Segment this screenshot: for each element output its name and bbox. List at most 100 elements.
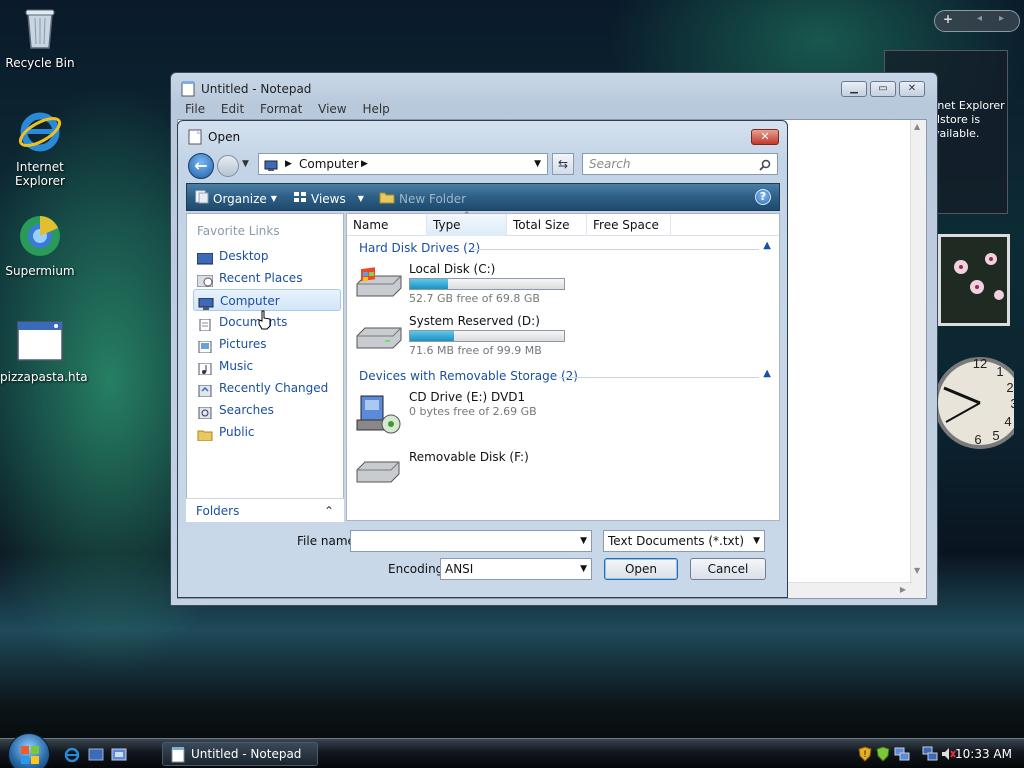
file-name-combobox[interactable]: ▼	[350, 530, 592, 552]
desktop-icon-label: pizzapasta.hta	[0, 370, 88, 384]
drive-local-disk-c[interactable]: Local Disk (C:) 52.7 GB free of 69.8 GB	[355, 262, 775, 306]
menu-file[interactable]: File	[185, 102, 205, 116]
minimize-icon: ▁	[850, 83, 858, 94]
sidebar-gadget-controls[interactable]: + ◂ ▸	[934, 10, 1020, 32]
address-text[interactable]: Computer	[299, 154, 359, 174]
gadget-text: rnet Explorer dstore is vailable.	[933, 99, 1005, 140]
volume-muted-icon[interactable]	[940, 746, 956, 765]
views-button[interactable]: Views ▼	[293, 190, 364, 207]
previous-icon[interactable]: ◂	[977, 13, 982, 24]
organize-button[interactable]: Organize ▼	[195, 190, 277, 207]
nav-item-label: Recently Changed	[219, 381, 329, 395]
menu-edit[interactable]: Edit	[221, 102, 244, 116]
close-button[interactable]: ✕	[899, 81, 925, 97]
switch-windows-icon[interactable]	[111, 747, 127, 763]
show-desktop-icon[interactable]	[88, 747, 104, 763]
back-arrow-icon: ←	[194, 156, 208, 175]
address-bar[interactable]: ▶ Computer ▶ ▼	[258, 153, 548, 175]
nav-item-music[interactable]: Music	[193, 355, 341, 377]
drive-removable-f[interactable]: Removable Disk (F:)	[355, 450, 775, 494]
nav-item-computer[interactable]: Computer	[193, 289, 341, 311]
nav-item-recent-places[interactable]: Recent Places	[193, 267, 341, 289]
minimize-button[interactable]: ▁	[841, 81, 867, 97]
chevron-down-icon[interactable]: ▼	[580, 559, 587, 579]
desktop-icon-pizzapasta[interactable]: pizzapasta.hta	[0, 318, 88, 384]
nav-item-desktop[interactable]: Desktop	[193, 245, 341, 267]
recent-places-icon	[196, 272, 214, 288]
internet-explorer-icon[interactable]	[64, 747, 80, 763]
group-header-removable-storage[interactable]: Devices with Removable Storage (2) ▲	[359, 368, 771, 385]
next-icon[interactable]: ▸	[999, 13, 1004, 24]
encoding-select[interactable]: ANSI ▼	[440, 558, 592, 580]
group-header-hard-disk-drives[interactable]: Hard Disk Drives (2) ▲	[359, 240, 771, 257]
taskbar-button-notepad[interactable]: Untitled - Notepad	[162, 742, 318, 766]
column-header-total-size[interactable]: Total Size	[507, 214, 587, 236]
add-gadget-icon[interactable]: +	[943, 12, 953, 26]
menu-format[interactable]: Format	[260, 102, 302, 116]
menu-view[interactable]: View	[318, 102, 346, 116]
scroll-right-icon[interactable]: ▶	[900, 585, 906, 594]
menu-help[interactable]: Help	[362, 102, 389, 116]
nav-item-public[interactable]: Public	[193, 421, 341, 443]
drive-name: Removable Disk (F:)	[409, 450, 529, 464]
desktop-icon	[196, 250, 214, 265]
collapse-group-icon[interactable]: ▲	[763, 240, 771, 251]
breadcrumb-arrow-icon[interactable]: ▶	[361, 154, 368, 174]
nav-item-pictures[interactable]: Pictures	[193, 333, 341, 355]
new-folder-button[interactable]: New Folder	[379, 190, 466, 207]
column-header-name[interactable]: Name	[347, 214, 427, 236]
views-label: Views	[311, 191, 346, 206]
cancel-button[interactable]: Cancel	[690, 558, 766, 580]
computer-icon	[264, 158, 278, 178]
dialog-close-button[interactable]: ✕	[751, 129, 779, 145]
address-dropdown-icon[interactable]: ▼	[534, 154, 541, 174]
network-icon[interactable]	[922, 746, 938, 765]
refresh-button[interactable]: ⇆	[552, 153, 574, 175]
desktop-icon-internet-explorer[interactable]: Internet Explorer	[0, 108, 80, 188]
start-button[interactable]	[8, 733, 50, 768]
forward-button[interactable]	[217, 155, 239, 177]
windows-defender-icon[interactable]	[876, 746, 890, 765]
help-button[interactable]: ?	[755, 189, 771, 205]
back-button[interactable]: ←	[188, 153, 214, 179]
file-type-select[interactable]: Text Documents (*.txt) ▼	[603, 530, 765, 552]
search-input[interactable]: Search	[582, 153, 778, 175]
breadcrumb-arrow-icon[interactable]: ▶	[285, 154, 292, 174]
chevron-down-icon[interactable]: ▼	[753, 531, 760, 551]
system-tray: ! 10:33 AM	[852, 739, 1024, 768]
desktop-icon-recycle-bin[interactable]: Recycle Bin	[0, 4, 80, 70]
drive-cd-e[interactable]: CD Drive (E:) DVD1 0 bytes free of 2.69 …	[355, 390, 775, 434]
maximize-button[interactable]: ▭	[870, 81, 896, 97]
taskbar-clock[interactable]: 10:33 AM	[955, 747, 1012, 761]
nav-item-searches[interactable]: Searches	[193, 399, 341, 421]
flower-photo-icon	[941, 237, 1007, 323]
chevron-down-icon[interactable]: ▼	[580, 531, 587, 551]
new-folder-label: New Folder	[399, 191, 467, 206]
internet-explorer-icon	[16, 108, 64, 156]
drive-system-reserved-d[interactable]: System Reserved (D:) 71.6 MB free of 99.…	[355, 314, 775, 358]
search-icon[interactable]	[759, 157, 773, 171]
notepad-caption-buttons: ▁ ▭ ✕	[841, 81, 925, 97]
column-header-free-space[interactable]: Free Space	[587, 214, 671, 236]
collapse-group-icon[interactable]: ▲	[763, 368, 771, 379]
network-status-icon[interactable]	[894, 746, 910, 765]
nav-item-recently-changed[interactable]: Recently Changed	[193, 377, 341, 399]
help-icon: ?	[759, 190, 767, 203]
svg-text:12: 12	[973, 356, 987, 371]
maximize-icon: ▭	[878, 83, 888, 94]
removable-disk-icon	[355, 454, 403, 490]
folders-toggle[interactable]: Folders ⌃	[186, 498, 344, 522]
chevron-up-icon: ⌃	[323, 504, 334, 518]
chevron-down-icon: ▼	[270, 194, 277, 203]
desktop-icon-supermium[interactable]: Supermium	[0, 212, 80, 278]
security-shield-icon[interactable]: !	[858, 746, 872, 765]
nav-item-label: Desktop	[219, 249, 269, 263]
cd-drive-installer-icon	[355, 394, 403, 434]
scroll-down-icon[interactable]: ▼	[914, 566, 920, 575]
recent-pages-dropdown-icon[interactable]: ▼	[242, 159, 249, 169]
open-button[interactable]: Open	[604, 558, 678, 580]
notepad-title: Untitled - Notepad	[201, 82, 312, 96]
vertical-scrollbar[interactable]: ▲ ▼	[910, 120, 926, 598]
desktop-icon-label: Internet Explorer	[15, 160, 65, 188]
scroll-up-icon[interactable]: ▲	[914, 122, 920, 131]
